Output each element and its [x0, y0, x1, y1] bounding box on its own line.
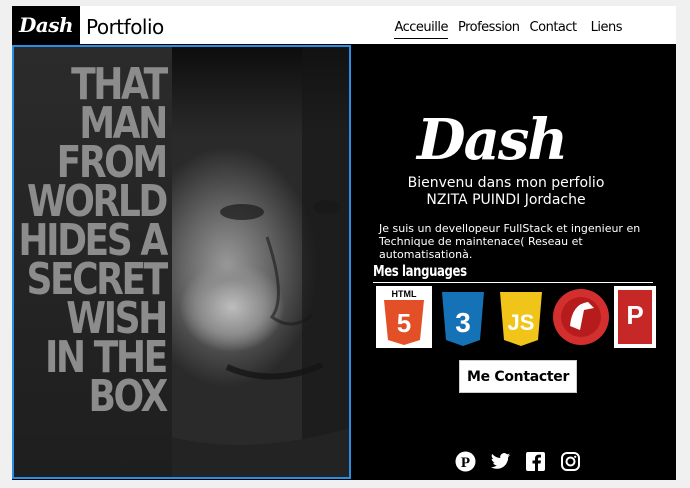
- instagram-icon[interactable]: [560, 451, 581, 472]
- nav-contact[interactable]: Contact: [530, 20, 578, 39]
- pinterest-icon[interactable]: P: [455, 451, 476, 472]
- svg-text:5: 5: [397, 308, 411, 338]
- logo[interactable]: Dash: [12, 6, 80, 44]
- languages-list: HTML 5 3 JS P: [376, 286, 656, 348]
- svg-text:P: P: [626, 300, 643, 330]
- page: Dash Portfolio Acceuille Profession Cont…: [12, 6, 676, 480]
- hero-content: Dash Bienvenu dans mon perfolio NZITA PU…: [351, 45, 676, 480]
- hero-poster-image: THAT MAN FROM WORLD HIDES A SECRET WISH …: [12, 45, 351, 479]
- bio-text: Je suis un devellopeur FullStack et inge…: [379, 222, 641, 261]
- nav-acceuille[interactable]: Acceuille: [394, 20, 448, 39]
- contact-button[interactable]: Me Contacter: [459, 360, 577, 393]
- nav-profession[interactable]: Profession: [458, 20, 520, 39]
- php-book-icon: P: [614, 286, 656, 348]
- twitter-icon[interactable]: [490, 451, 511, 472]
- welcome-text: Bienvenu dans mon perfolio NZITA PUINDI …: [407, 175, 605, 208]
- html5-icon: HTML 5: [376, 286, 432, 348]
- svg-text:3: 3: [455, 307, 471, 338]
- facebook-icon[interactable]: [525, 451, 546, 472]
- svg-text:HTML: HTML: [392, 289, 417, 299]
- nav-liens[interactable]: Liens: [591, 20, 623, 39]
- big-logo: Dash: [417, 107, 568, 173]
- logo-text: Dash: [18, 13, 74, 37]
- laravel-icon: [553, 289, 609, 345]
- header: Dash Portfolio Acceuille Profession Cont…: [12, 6, 676, 44]
- poster-text: THAT MAN FROM WORLD HIDES A SECRET WISH …: [18, 59, 169, 422]
- js-icon: JS: [500, 292, 542, 346]
- social-links: P: [455, 451, 581, 472]
- languages-title: Mes languages: [373, 262, 467, 280]
- svg-text:JS: JS: [508, 310, 535, 335]
- divider: [373, 282, 653, 283]
- svg-text:P: P: [461, 455, 470, 471]
- brand-title: Portfolio: [86, 15, 164, 39]
- css3-icon: 3: [442, 292, 484, 346]
- portrait-detail: [172, 47, 349, 477]
- main-nav: Acceuille Profession Contact Liens: [394, 20, 623, 39]
